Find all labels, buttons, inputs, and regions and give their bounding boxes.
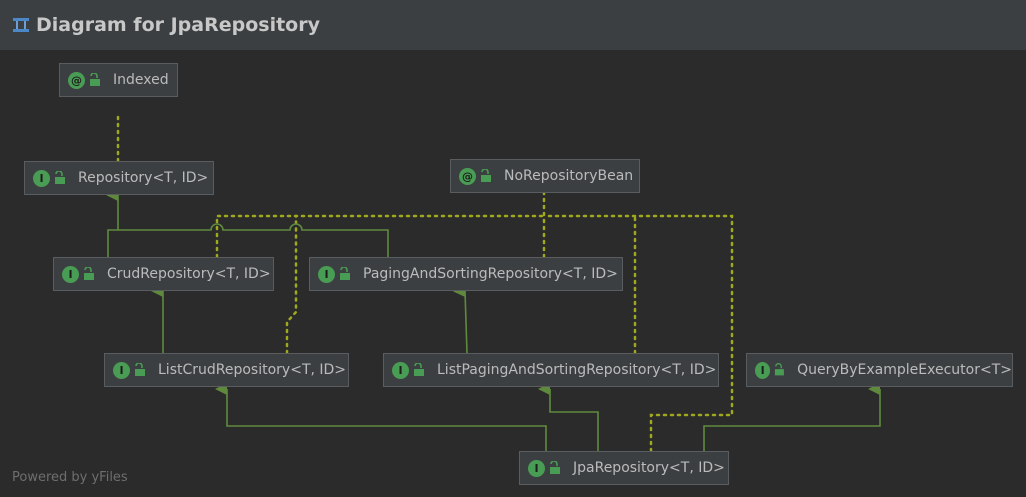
lock-icon [550,461,560,474]
title-bar: Diagram for JpaRepository [0,0,1026,50]
lock-icon [135,363,145,376]
annotation-type-icon: @ [459,167,476,185]
edge-jpa-listpaging [538,383,599,451]
node-label: ListPagingAndSortingRepository<T, ID> [437,362,717,378]
edge-listpaging-paging [453,285,468,354]
lock-icon [340,267,350,280]
lock-icon [55,171,65,184]
lock-icon [481,169,491,182]
interface-icon: I [33,169,50,187]
node-jpa-repository[interactable]: I JpaRepository<T, ID> [519,451,729,485]
edge-listcrud-norepositorybean [285,214,298,355]
annotation-type-icon: @ [68,71,85,89]
interface-icon: I [755,361,771,379]
interface-icon: I [62,265,79,283]
node-label: QueryByExampleExecutor<T> [797,362,1012,378]
edge-crud-repository [106,189,119,257]
lock-icon [414,363,424,376]
node-label: PagingAndSortingRepository<T, ID> [363,266,618,282]
node-list-paging-and-sorting-repository[interactable]: I ListPagingAndSortingRepository<T, ID> [383,353,719,387]
page-title: Diagram for JpaRepository [36,14,320,36]
lock-icon [90,73,100,86]
edge-jpa-querybyexample [703,383,881,451]
node-list-crud-repository[interactable]: I ListCrudRepository<T, ID> [104,353,349,387]
node-label: ListCrudRepository<T, ID> [158,362,347,378]
diagram-canvas[interactable]: @ Indexed I Repository<T, ID> @ NoReposi… [0,50,1026,497]
node-label: CrudRepository<T, ID> [107,266,271,282]
node-label: Indexed [113,72,169,88]
edge-jpa-listcrud [215,383,547,451]
diagram-icon [13,18,29,32]
edge-crud-norepositorybean [215,214,546,259]
edge-paging-repository [118,223,389,257]
interface-icon: I [528,459,545,477]
node-label: Repository<T, ID> [78,170,209,186]
node-indexed[interactable]: @ Indexed [59,63,178,97]
node-crud-repository[interactable]: I CrudRepository<T, ID> [53,257,274,291]
node-no-repository-bean[interactable]: @ NoRepositoryBean [450,159,640,193]
lock-icon [84,267,94,280]
lock-icon [775,363,785,376]
interface-icon: I [318,265,335,283]
interface-icon: I [392,361,409,379]
node-repository[interactable]: I Repository<T, ID> [24,161,214,195]
node-paging-and-sorting-repository[interactable]: I PagingAndSortingRepository<T, ID> [309,257,623,291]
node-query-by-example-executor[interactable]: I QueryByExampleExecutor<T> [746,353,1013,387]
node-label: JpaRepository<T, ID> [573,460,725,476]
footer-credit: Powered by yFiles [12,470,128,485]
interface-icon: I [113,361,130,379]
edge-jpa-norepositorybean [542,214,734,453]
inheritance-edges [106,189,881,451]
node-label: NoRepositoryBean [504,168,634,184]
